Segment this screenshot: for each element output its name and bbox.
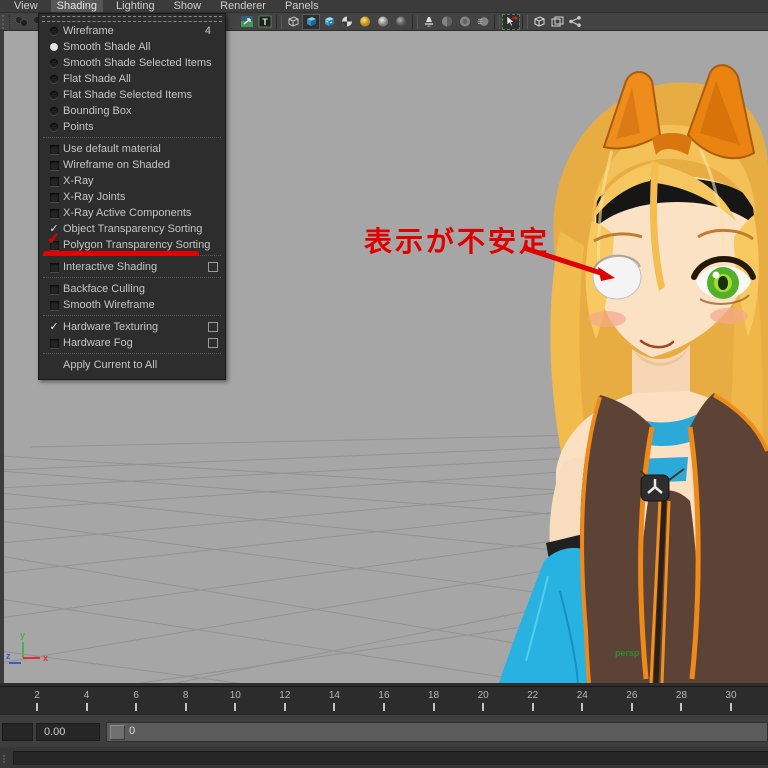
share-icon[interactable]: [566, 14, 584, 30]
menu-separator: [43, 315, 221, 317]
menu-item-smooth-shade-all[interactable]: Smooth Shade All: [39, 39, 225, 55]
textured-cube-icon[interactable]: [320, 14, 338, 30]
menu-item-interactive-shading[interactable]: Interactive Shading: [39, 259, 225, 275]
command-line-bar: [0, 747, 768, 768]
menu-separator: [43, 137, 221, 139]
option-box[interactable]: [208, 322, 218, 332]
dark-sphere-icon[interactable]: [392, 14, 410, 30]
annotation-red-underline: [43, 251, 199, 256]
menu-item-points[interactable]: Points: [39, 119, 225, 135]
svg-text:T: T: [262, 17, 268, 27]
menu-item-hardware-fog[interactable]: Hardware Fog: [39, 335, 225, 351]
toolbar-grip[interactable]: [2, 15, 10, 29]
menu-show[interactable]: Show: [168, 0, 208, 12]
viewport-bottom-edge: [0, 683, 768, 686]
checkered-sphere-icon[interactable]: [338, 14, 356, 30]
layers-icon[interactable]: [548, 14, 566, 30]
shadow-sphere-icon[interactable]: [438, 14, 456, 30]
range-slider-handle[interactable]: [110, 725, 125, 740]
menu-item-flat-shade-selected[interactable]: Flat Shade Selected Items: [39, 87, 225, 103]
axis-label-z: z: [6, 651, 11, 661]
toolbar-separator: [412, 15, 418, 29]
annotation-text: 表示が不安定: [364, 220, 550, 260]
menu-item-bounding-box[interactable]: Bounding Box: [39, 103, 225, 119]
shading-dropdown-menu: Wireframe4 Smooth Shade All Smooth Shade…: [38, 13, 226, 380]
menu-item-hardware-texturing[interactable]: ✓Hardware Texturing: [39, 319, 225, 335]
axis-gizmo: y x z: [0, 626, 60, 676]
image-edit-icon[interactable]: [238, 14, 256, 30]
shaded-cube-icon[interactable]: [302, 14, 320, 30]
option-box[interactable]: [208, 338, 218, 348]
menu-item-backface-culling[interactable]: Backface Culling: [39, 281, 225, 297]
menu-item-use-default-material[interactable]: Use default material: [39, 141, 225, 157]
range-start-field[interactable]: [2, 723, 33, 741]
viewport-left-edge: [0, 31, 4, 686]
menu-lighting[interactable]: Lighting: [110, 0, 161, 12]
ao-sphere-icon[interactable]: [456, 14, 474, 30]
light-sphere-icon[interactable]: [374, 14, 392, 30]
range-slider-value: 0: [129, 725, 135, 737]
menu-item-smooth-wireframe[interactable]: Smooth Wireframe: [39, 297, 225, 313]
timeline-ticks: 24681012141618202224262830: [0, 687, 768, 713]
menu-tearoff-handle[interactable]: [42, 16, 222, 22]
menu-renderer[interactable]: Renderer: [214, 0, 272, 12]
gold-sphere-icon[interactable]: [356, 14, 374, 30]
cube-outline-icon[interactable]: [530, 14, 548, 30]
maya-window: View Shading Lighting Show Renderer Pane…: [0, 0, 768, 768]
axis-label-y: y: [20, 630, 25, 640]
menu-item-wireframe[interactable]: Wireframe4: [39, 23, 225, 39]
menu-item-apply-current-to-all[interactable]: Apply Current to All: [39, 357, 225, 373]
menu-item-xray-active-components[interactable]: X-Ray Active Components: [39, 205, 225, 221]
menu-item-wireframe-on-shaded[interactable]: Wireframe on Shaded: [39, 157, 225, 173]
menu-item-flat-shade-all[interactable]: Flat Shade All: [39, 71, 225, 87]
toolbar-separator: [276, 15, 282, 29]
range-slider-bar[interactable]: 0: [106, 722, 768, 742]
command-line-input[interactable]: [13, 751, 768, 765]
camera-label: persp: [615, 648, 640, 658]
menu-item-object-transparency-sorting[interactable]: ✓Object Transparency Sorting: [39, 221, 225, 237]
menu-shading[interactable]: Shading: [51, 0, 103, 12]
motionblur-sphere-icon[interactable]: [474, 14, 492, 30]
menu-separator: [43, 353, 221, 355]
menu-item-xray[interactable]: X-Ray: [39, 173, 225, 189]
lamp-icon[interactable]: [420, 14, 438, 30]
toolbar-separator: [522, 15, 528, 29]
isolate-select-icon[interactable]: [502, 14, 520, 30]
annotation-red-check: ✔: [47, 234, 61, 245]
time-slider[interactable]: 24681012141618202224262830: [0, 686, 768, 713]
axis-label-x: x: [43, 653, 48, 663]
menu-panels[interactable]: Panels: [279, 0, 325, 12]
current-time-field[interactable]: 0.00: [36, 723, 100, 741]
menu-separator: [43, 277, 221, 279]
menu-view[interactable]: View: [8, 0, 44, 12]
toolbar-separator: [494, 15, 500, 29]
wireframe-cube-icon[interactable]: [284, 14, 302, 30]
range-slider-row: 0.00 0: [0, 713, 768, 747]
menu-item-polygon-transparency-sorting[interactable]: ✔ Polygon Transparency Sorting: [39, 237, 225, 253]
command-line-grip[interactable]: [3, 755, 11, 763]
panel-menubar: View Shading Lighting Show Renderer Pane…: [0, 0, 768, 13]
menu-item-smooth-shade-selected[interactable]: Smooth Shade Selected Items: [39, 55, 225, 71]
text-tool-icon[interactable]: T: [256, 14, 274, 30]
option-box[interactable]: [208, 262, 218, 272]
film-camera-icon[interactable]: [12, 14, 30, 30]
menu-item-xray-joints[interactable]: X-Ray Joints: [39, 189, 225, 205]
